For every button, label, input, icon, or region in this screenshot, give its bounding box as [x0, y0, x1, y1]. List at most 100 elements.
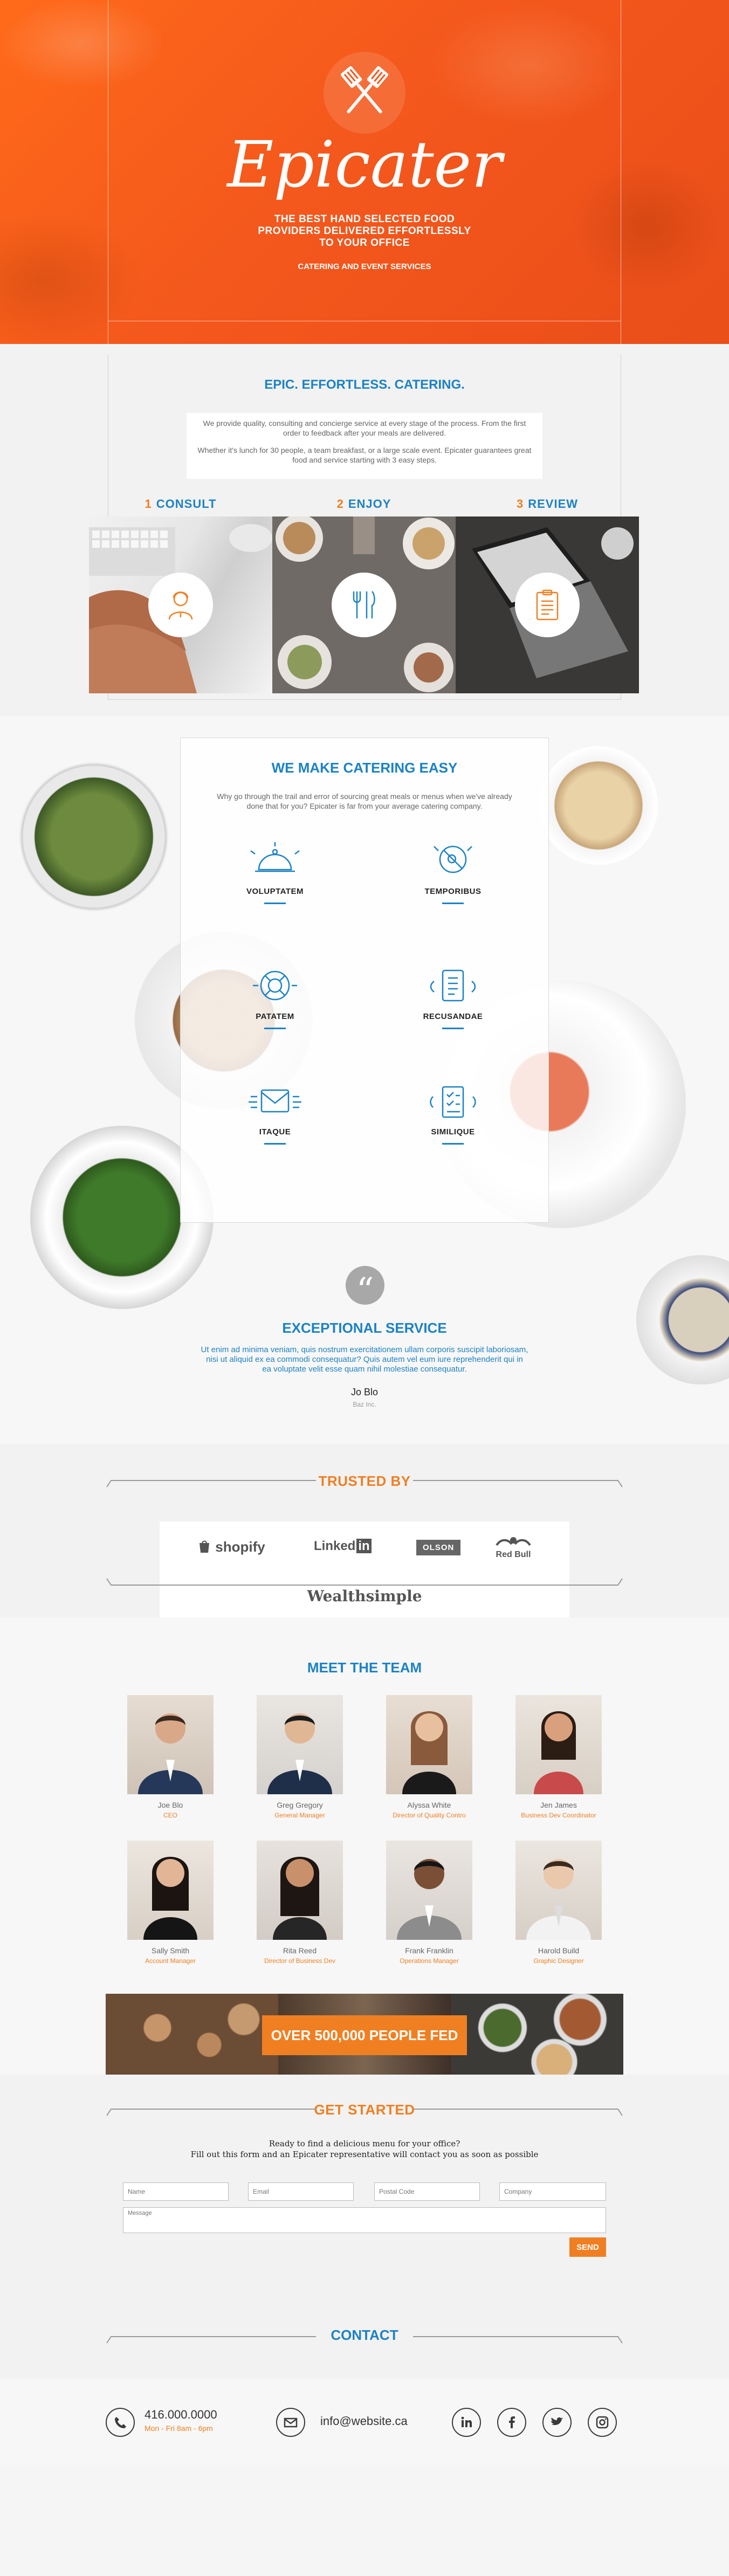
- linkedin-icon[interactable]: [452, 2408, 481, 2437]
- get-started-title: GET STARTED: [314, 2102, 415, 2118]
- trusted-title: TRUSTED BY: [318, 1473, 411, 1489]
- people-fed-label: OVER 500,000 PEOPLE FED: [262, 2015, 467, 2055]
- member-role: Business Dev Coordinator: [521, 1812, 596, 1819]
- member-photo: [127, 1841, 214, 1940]
- team-member-card: Rita Reed Director of Business Dev: [257, 1841, 343, 1965]
- member-photo: [386, 1841, 472, 1940]
- checklist-icon: [430, 1086, 476, 1118]
- step-name: REVIEW: [528, 497, 579, 511]
- facebook-icon[interactable]: [497, 2408, 526, 2437]
- member-role: Graphic Designer: [533, 1957, 584, 1965]
- team-section: MEET THE TEAM Joe Blo CEO Greg Gregory G…: [0, 1617, 729, 2075]
- step-number: 2: [336, 497, 344, 511]
- life-ring-icon: [253, 970, 297, 1001]
- member-photo: [515, 1841, 602, 1940]
- catering-title: WE MAKE CATERING EASY: [271, 760, 458, 776]
- feature-divider: [442, 1143, 464, 1145]
- feature-name: RECUSANDAE: [423, 1012, 483, 1021]
- step-name: ENJOY: [348, 497, 391, 511]
- member-role: Operations Manager: [400, 1957, 459, 1965]
- member-name: Harold Build: [538, 1946, 580, 1955]
- member-name: Rita Reed: [283, 1946, 317, 1955]
- shopify-bag-icon: [200, 1540, 209, 1553]
- olson-logo: OLSON: [416, 1540, 461, 1555]
- banner-photo-bowls: [451, 1994, 623, 2075]
- member-name: Joe Blo: [157, 1801, 183, 1809]
- team-member-card: Alyssa White Director of Quality Contro: [386, 1695, 472, 1819]
- business-hours: Mon - Fri 8am - 6pm: [145, 2424, 213, 2433]
- team-member-card: Greg Gregory General Manager: [257, 1695, 343, 1819]
- phone-number[interactable]: 416.000.0000: [145, 2408, 217, 2422]
- consultant-icon: [148, 573, 213, 637]
- linkedin-logo-badge: in: [356, 1539, 372, 1553]
- instagram-icon[interactable]: [588, 2408, 617, 2437]
- feature-name: PATATEM: [256, 1012, 294, 1021]
- step-review: 3 REVIEW: [456, 497, 639, 693]
- member-photo: [257, 1695, 343, 1794]
- feature-name: ITAQUE: [259, 1127, 291, 1137]
- feature-name: VOLUPTATEM: [246, 887, 304, 896]
- shopify-logo-text: shopify: [215, 1539, 265, 1555]
- member-photo: [386, 1695, 472, 1794]
- message-field[interactable]: [123, 2207, 606, 2233]
- feature-similique: SIMILIQUE: [399, 1080, 507, 1145]
- no-allergen-icon: [434, 845, 472, 873]
- member-name: Greg Gregory: [277, 1801, 323, 1809]
- send-button[interactable]: SEND: [569, 2237, 606, 2257]
- client-logos: shopify Linked in OLSON Red Bull Wealthsi…: [160, 1521, 569, 1617]
- feature-temporibus: TEMPORIBUS: [399, 840, 507, 904]
- people-fed-banner: OVER 500,000 PEOPLE FED: [106, 1994, 623, 2075]
- member-role: General Manager: [274, 1812, 325, 1819]
- linkedin-logo-text: Linked: [314, 1539, 356, 1553]
- team-member-card: Harold Build Graphic Designer: [515, 1841, 602, 1965]
- step-name: CONSULT: [156, 497, 217, 511]
- feature-voluptatem: VOLUPTATEM: [221, 840, 329, 904]
- step-label: 2 ENJOY: [272, 497, 456, 511]
- feature-divider: [264, 1028, 286, 1029]
- member-role: Director of Quality Contro: [393, 1812, 466, 1819]
- team-member-card: Sally Smith Account Manager: [127, 1841, 214, 1965]
- company-field[interactable]: [499, 2182, 606, 2201]
- feature-name: SIMILIQUE: [431, 1127, 475, 1137]
- service-title: EXCEPTIONAL SERVICE: [282, 1320, 447, 1336]
- testimonial-author: Jo Blo: [350, 1387, 379, 1397]
- step-enjoy: 2 ENJOY: [272, 497, 456, 693]
- postal-code-field[interactable]: [374, 2182, 480, 2201]
- contact-section: 416.000.0000 Mon - Fri 8am - 6pm info@we…: [0, 2379, 729, 2465]
- clipboard-icon: [515, 573, 580, 637]
- spatula-cross-icon: [324, 52, 405, 134]
- redbull-logo: Red Bull: [492, 1535, 535, 1559]
- step-label: 3 REVIEW: [456, 497, 639, 511]
- trusted-section: TRUSTED BY shopify Linked in OLSON Red Bu…: [0, 1444, 729, 1617]
- form-intro-line-1: Ready to find a delicious menu for your …: [269, 2139, 460, 2148]
- phone-icon[interactable]: [106, 2408, 135, 2437]
- team-member-card: Jen James Business Dev Coordinator: [515, 1695, 602, 1819]
- step-consult: 1 CONSULT: [89, 497, 272, 693]
- step-label: 1 CONSULT: [89, 497, 272, 511]
- hero-section: Epicater THE BEST HAND SELECTED FOOD PRO…: [0, 0, 729, 344]
- twitter-icon[interactable]: [542, 2408, 572, 2437]
- member-name: Sally Smith: [151, 1946, 190, 1955]
- member-role: CEO: [163, 1812, 177, 1819]
- email-field[interactable]: [248, 2182, 354, 2201]
- name-field[interactable]: [123, 2182, 229, 2201]
- feature-divider: [442, 1028, 464, 1029]
- quote-icon: “: [346, 1266, 384, 1311]
- form-intro: Ready to find a delicious menu for your …: [0, 2138, 729, 2160]
- email-icon[interactable]: [276, 2408, 305, 2437]
- hero-subtitle: CATERING AND EVENT SERVICES: [298, 262, 431, 271]
- salad-plate-photo: [18, 761, 169, 912]
- form-intro-line-2: Fill out this form and an Epicater repre…: [190, 2150, 539, 2159]
- brand-title: Epicater: [227, 127, 502, 202]
- team-member-card: Frank Franklin Operations Manager: [386, 1841, 472, 1965]
- member-role: Director of Business Dev: [264, 1957, 336, 1965]
- email-address[interactable]: info@website.ca: [320, 2414, 408, 2428]
- feature-itaque: ITAQUE: [221, 1080, 329, 1145]
- feature-divider: [442, 903, 464, 904]
- member-name: Frank Franklin: [405, 1946, 453, 1955]
- feature-recusandae: RECUSANDAE: [399, 965, 507, 1029]
- feature-divider: [264, 1143, 286, 1145]
- step-number: 1: [145, 497, 152, 511]
- steps-row: 1 CONSULT 2 ENJOY 3 REVIEW: [89, 497, 640, 693]
- get-started-section: GET STARTED Ready to find a delicious me…: [0, 2075, 729, 2379]
